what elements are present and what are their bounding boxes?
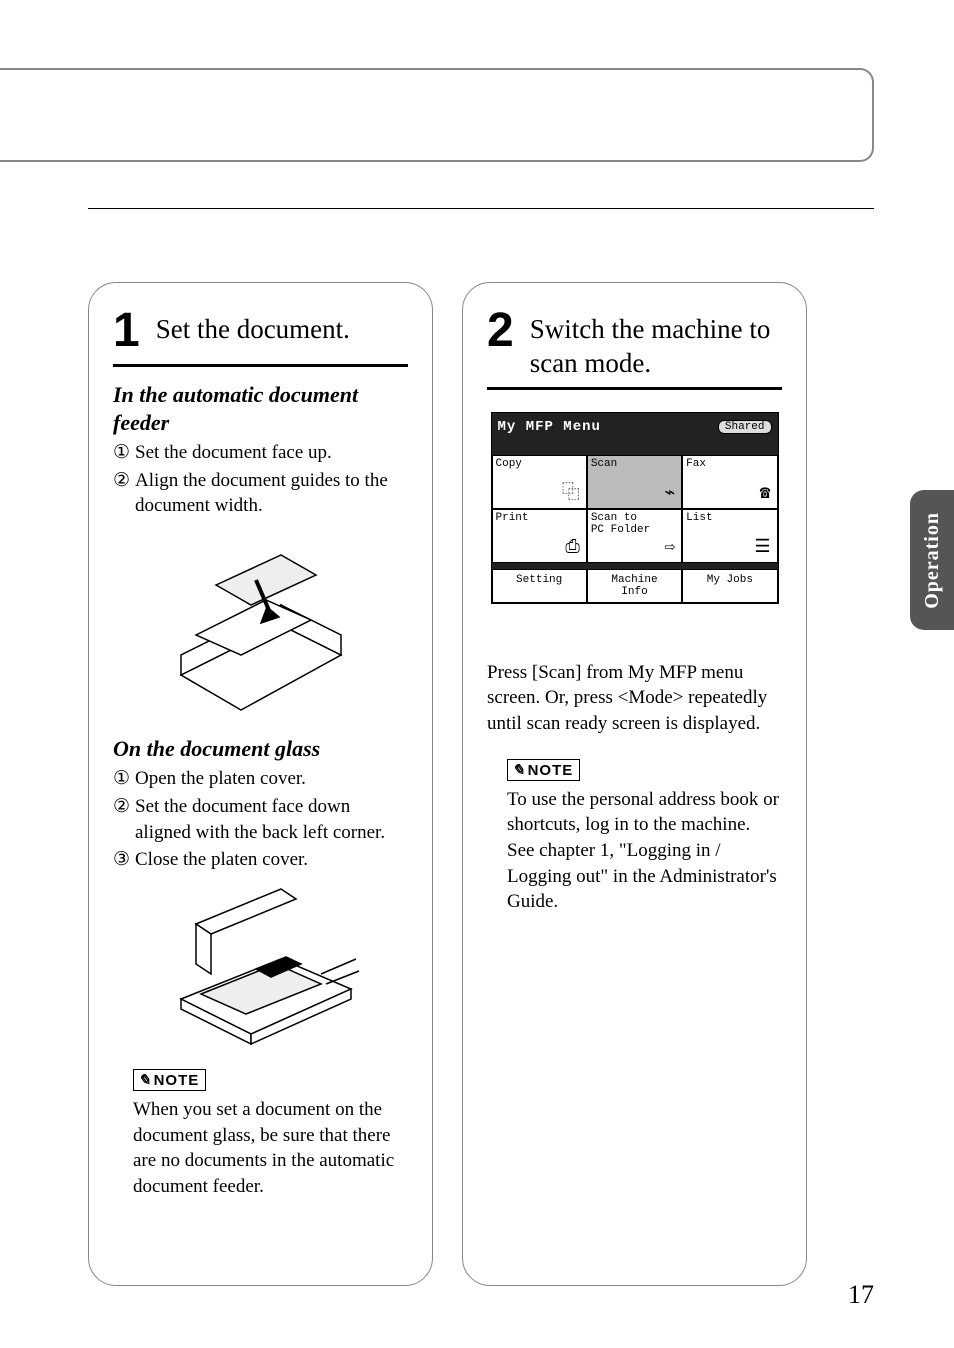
list-item: ②Set the document face down aligned with…	[113, 794, 408, 845]
mfp-title: My MFP Menu	[498, 419, 601, 435]
note-badge: ✎NOTE	[133, 1069, 206, 1091]
page-number: 17	[848, 1280, 874, 1310]
item-text: Open the platen cover.	[135, 768, 306, 789]
mfp-footer-my-jobs[interactable]: My Jobs	[682, 569, 777, 603]
bulb-icon: ✎	[138, 1071, 152, 1089]
circled-2: ②	[113, 468, 135, 494]
step-card-2: 2 Switch the machine to scan mode. My MF…	[462, 282, 807, 1286]
item-text: Set the document face down aligned with …	[135, 796, 385, 843]
step-card-1: 1 Set the document. In the automatic doc…	[88, 282, 433, 1286]
copy-icon: ⿻	[562, 485, 580, 505]
step-title: Set the document.	[156, 313, 350, 347]
instruction-text: Press [Scan] from My MFP menu screen. Or…	[487, 660, 782, 737]
step-title: Switch the machine to scan mode.	[530, 313, 780, 381]
fax-icon: ☎	[760, 485, 771, 505]
list-item: ①Open the platen cover.	[113, 766, 408, 792]
adf-illustration	[161, 525, 361, 725]
circled-1: ①	[113, 766, 135, 792]
step-rule	[487, 387, 782, 390]
mfp-shared-button[interactable]: Shared	[718, 420, 772, 434]
bulb-icon: ✎	[512, 761, 526, 779]
mfp-cell-fax[interactable]: Fax☎	[682, 455, 777, 509]
folder-icon: ⇨	[664, 539, 675, 559]
side-tab-operation: Operation	[910, 490, 954, 630]
mfp-cell-print[interactable]: Print⎙	[492, 509, 587, 563]
item-text: Set the document face up.	[135, 442, 332, 463]
mfp-footer-setting[interactable]: Setting	[492, 569, 587, 603]
item-text: Close the platen cover.	[135, 849, 308, 870]
step-rule	[113, 364, 408, 367]
mfp-cell-copy[interactable]: Copy⿻	[492, 455, 587, 509]
note-label: NOTE	[154, 1072, 200, 1089]
list-item: ②Align the document guides to the docume…	[113, 468, 408, 519]
step-number: 1	[113, 303, 140, 358]
header-band	[0, 68, 874, 162]
scan-icon: ⌁	[664, 485, 675, 505]
circled-1: ①	[113, 440, 135, 466]
step-number: 2	[487, 303, 514, 358]
circled-2: ②	[113, 794, 135, 820]
side-tab-label: Operation	[921, 512, 944, 609]
step-header: 1 Set the document.	[113, 303, 408, 358]
note-badge: ✎NOTE	[507, 759, 580, 781]
note-text: When you set a document on the document …	[133, 1097, 408, 1200]
item-text: Align the document guides to the documen…	[135, 470, 388, 517]
mfp-cell-scan-to-pc[interactable]: Scan to PC Folder⇨	[587, 509, 682, 563]
header-rule	[88, 208, 874, 209]
list-icon: ☰	[754, 539, 770, 559]
mfp-cell-list[interactable]: List☰	[682, 509, 777, 563]
glass-illustration	[161, 879, 361, 1049]
adf-heading: In the automatic document feeder	[113, 381, 408, 436]
note-text: To use the personal address book or shor…	[507, 787, 782, 915]
list-item: ③Close the platen cover.	[113, 847, 408, 873]
print-icon: ⎙	[565, 539, 579, 559]
mfp-screenshot: My MFP Menu Shared Copy⿻ Scan⌁ Fax☎ Prin…	[487, 412, 782, 604]
mfp-cell-scan[interactable]: Scan⌁	[587, 455, 682, 509]
mfp-footer-machine-info[interactable]: Machine Info	[587, 569, 682, 603]
circled-3: ③	[113, 847, 135, 873]
glass-heading: On the document glass	[113, 735, 408, 763]
note-label: NOTE	[528, 762, 574, 779]
list-item: ①Set the document face up.	[113, 440, 408, 466]
step-header: 2 Switch the machine to scan mode.	[487, 303, 782, 381]
